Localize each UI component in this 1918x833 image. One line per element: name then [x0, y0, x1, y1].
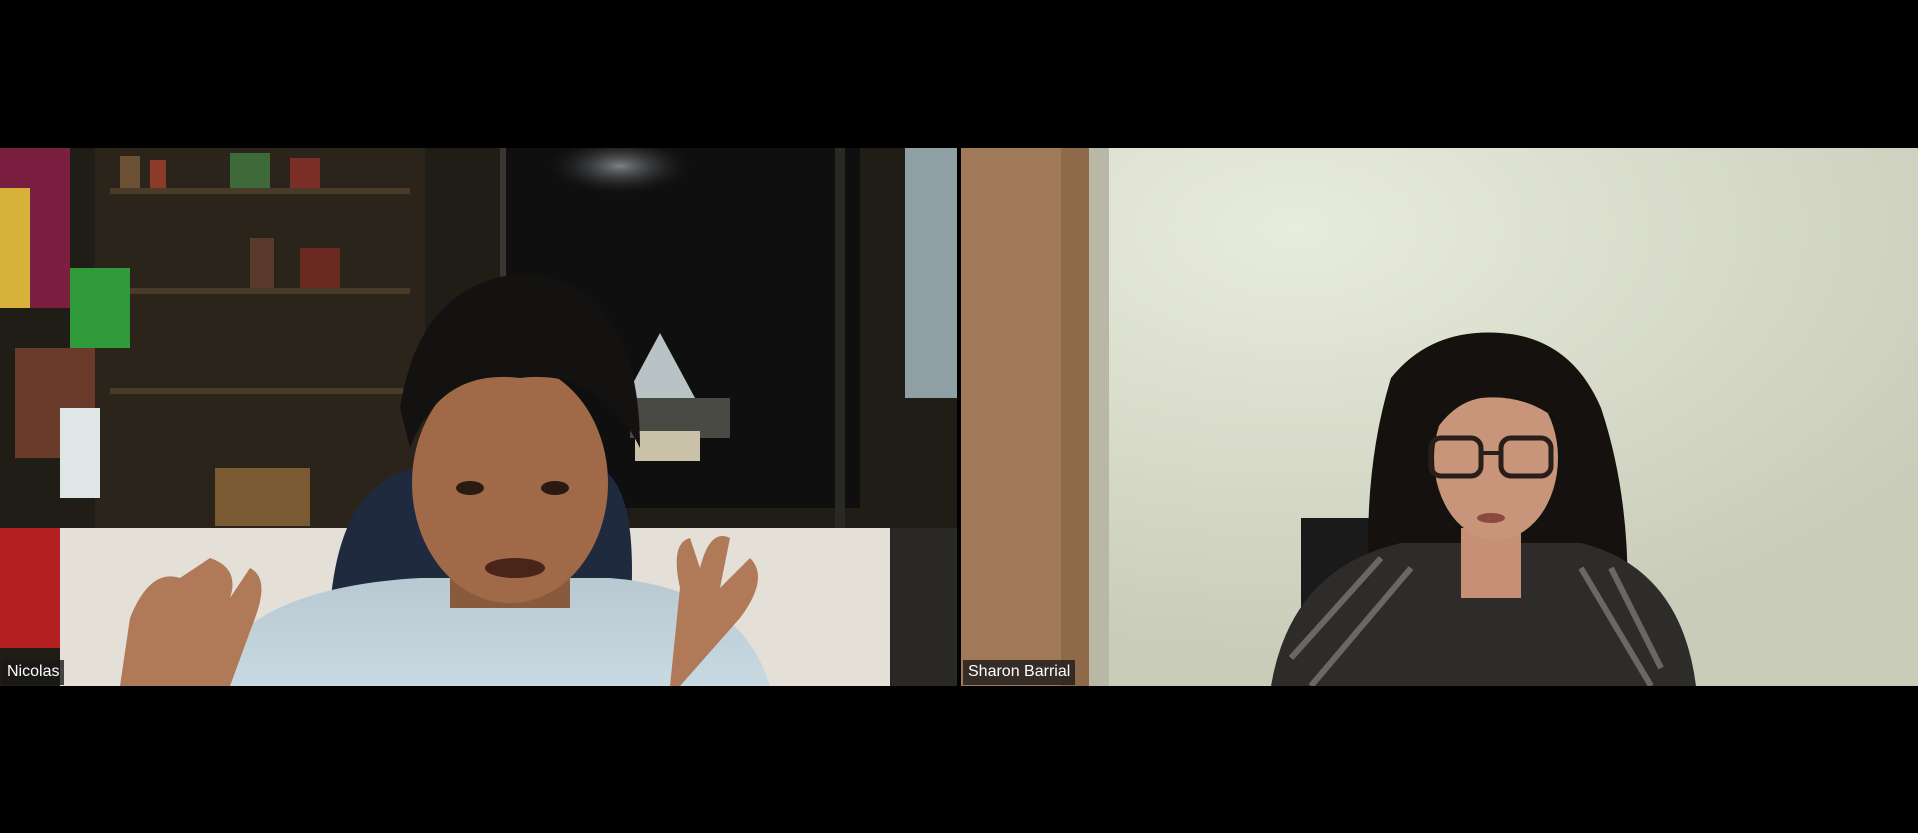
participant-name-label: Nicolas — [2, 660, 65, 685]
participant-video-tile-sharon-barrial[interactable]: Sharon Barrial — [961, 148, 1918, 686]
participant-video-feed — [961, 148, 1918, 686]
participant-video-feed — [0, 148, 957, 686]
video-call-stage: Nicolas Sharon Barrial — [0, 0, 1918, 833]
participant-name-label: Sharon Barrial — [963, 660, 1076, 685]
participant-video-tile-nicolas[interactable]: Nicolas — [0, 148, 957, 686]
